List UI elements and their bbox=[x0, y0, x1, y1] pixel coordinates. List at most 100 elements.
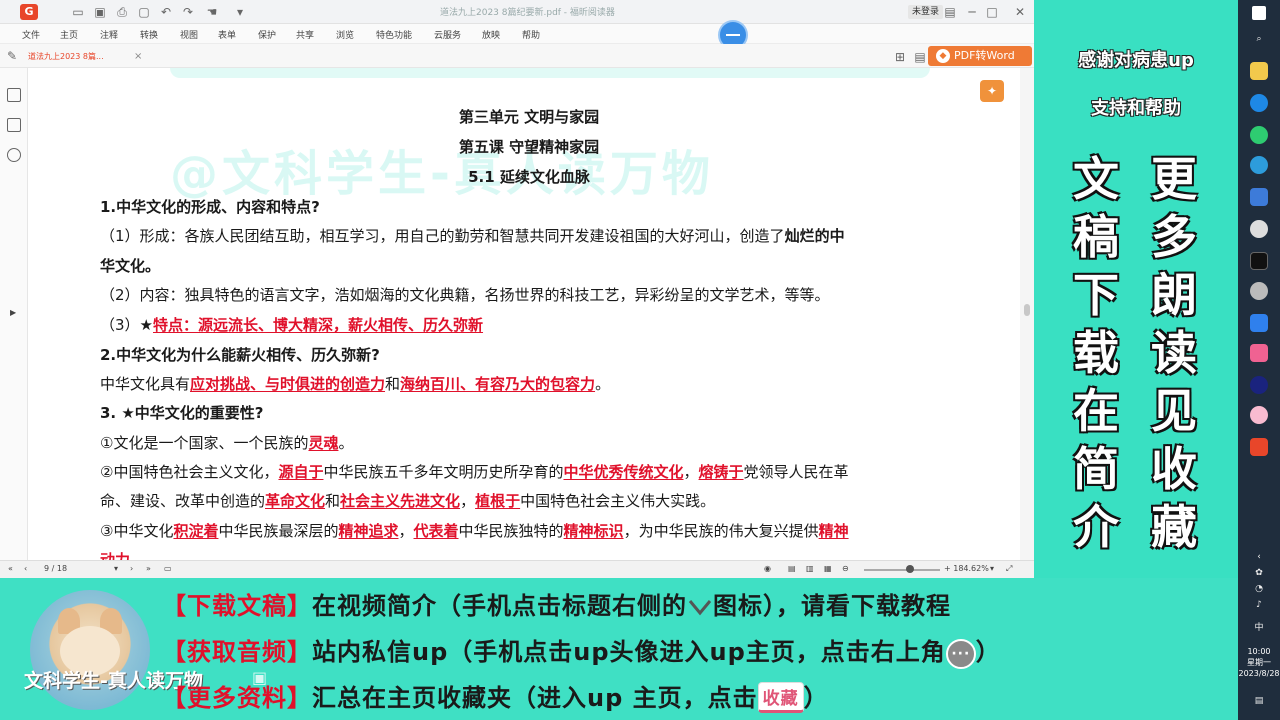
status-bar: « ‹ 9 / 18 ▾ › » ▭ ◉ ▤ ▥ ▦ ⊖ + 184.62% ▾… bbox=[0, 560, 1034, 578]
layout-icon[interactable]: ▤ bbox=[912, 49, 928, 65]
hand-tool-icon[interactable]: ☚ bbox=[204, 4, 220, 20]
menu-features[interactable]: 特色功能 bbox=[376, 28, 412, 41]
menu-file[interactable]: 文件 bbox=[22, 28, 40, 41]
banner-line-download: 【下载文稿】在视频简介（手机点击标题右侧的 图标），请看下载教程 bbox=[162, 592, 951, 620]
banner-line-more: 【更多资料】汇总在主页收藏夹（进入up 主页，点击 收藏） bbox=[162, 682, 829, 713]
tray-flower-icon[interactable]: ✿ bbox=[1246, 568, 1272, 578]
toolbox-icon[interactable] bbox=[1250, 376, 1268, 394]
file-explorer-icon[interactable] bbox=[1250, 62, 1268, 80]
quick-access-dropdown-icon[interactable]: ▾ bbox=[232, 4, 248, 20]
app-logo-icon[interactable]: G bbox=[20, 4, 38, 20]
q1-features: （3）★特点：源远流长、博大精深，薪火相传、历久弥新 bbox=[100, 316, 484, 334]
menu-home[interactable]: 主页 bbox=[60, 28, 78, 41]
notification-icon[interactable]: ▤ bbox=[1246, 696, 1272, 706]
pen-icon[interactable]: ✎ bbox=[4, 48, 20, 64]
tab-close-icon[interactable]: × bbox=[134, 48, 142, 66]
start-icon[interactable] bbox=[1252, 6, 1266, 20]
pdf-to-word-button[interactable]: ◆ PDF转Word bbox=[928, 46, 1032, 66]
zoom-level[interactable]: + 184.62% bbox=[944, 564, 989, 573]
capcut-icon[interactable] bbox=[1250, 252, 1268, 270]
document-tab[interactable]: 道法九上2023 8篇... × bbox=[24, 48, 142, 66]
prev-page-icon[interactable]: ‹ bbox=[24, 564, 27, 573]
bilibili-icon[interactable] bbox=[1250, 344, 1268, 362]
menu-cloud[interactable]: 云服务 bbox=[434, 28, 461, 41]
q1-content: （2）内容：独具特色的语言文字，浩如烟海的文化典籍，名扬世界的科技工艺，异彩纷呈… bbox=[100, 286, 830, 304]
print-icon[interactable]: ⎙ bbox=[114, 4, 130, 20]
app-bird-icon[interactable] bbox=[1250, 156, 1268, 174]
menu-slideshow[interactable]: 放映 bbox=[482, 28, 500, 41]
thumbnail-icon[interactable] bbox=[7, 118, 21, 132]
scrollbar-thumb[interactable] bbox=[1024, 304, 1030, 316]
thanks-line-1: 感谢对病患up bbox=[1078, 50, 1194, 71]
chat-app-icon[interactable] bbox=[1250, 282, 1268, 300]
zoom-out-icon[interactable]: ⊖ bbox=[842, 564, 849, 573]
pdf-to-word-label: PDF转Word bbox=[954, 49, 1015, 62]
close-icon[interactable]: ✕ bbox=[1012, 4, 1028, 20]
app-k-icon[interactable] bbox=[1250, 188, 1268, 206]
vertical-text-right: 更多朗读见收藏 bbox=[1151, 152, 1197, 554]
search-icon[interactable]: ⌕ bbox=[1246, 34, 1272, 44]
q1-formation: （1）形成：各族人民团结互助，相互学习，用自己的勤劳和智慧共同开发建设祖国的大好… bbox=[100, 227, 845, 245]
settings-gear-icon[interactable] bbox=[1250, 220, 1268, 238]
undo-icon[interactable]: ↶ bbox=[158, 4, 174, 20]
tray-expand-icon[interactable]: ‹ bbox=[1246, 552, 1272, 562]
menu-protect[interactable]: 保护 bbox=[258, 28, 276, 41]
lesson-heading: 第五课 守望精神家园 bbox=[458, 138, 600, 156]
page-number-input[interactable]: 9 / 18 bbox=[44, 564, 67, 573]
zoom-slider[interactable] bbox=[864, 569, 940, 571]
window-title: 道法九上2023 8篇纪要新.pdf - 福昕阅读器 bbox=[440, 8, 615, 18]
zoom-dropdown-icon[interactable]: ▾ bbox=[990, 564, 994, 573]
edge-browser-icon[interactable] bbox=[1250, 94, 1268, 112]
menu-comment[interactable]: 注释 bbox=[100, 28, 118, 41]
open-folder-icon[interactable]: ▭ bbox=[70, 4, 86, 20]
wechat-icon[interactable] bbox=[1250, 126, 1268, 144]
two-page-icon[interactable]: ▦ bbox=[824, 564, 832, 573]
continuous-page-icon[interactable]: ▥ bbox=[806, 564, 814, 573]
redo-icon[interactable]: ↷ bbox=[180, 4, 196, 20]
question-3: 3. ★中华文化的重要性? bbox=[100, 404, 264, 422]
menu-bar: 文件 主页 注释 转换 视图 表单 保护 共享 浏览 特色功能 云服务 放映 帮… bbox=[0, 24, 1034, 64]
first-page-icon[interactable]: « bbox=[8, 564, 13, 573]
menu-help[interactable]: 帮助 bbox=[522, 28, 540, 41]
sidebar-expand-icon[interactable]: ▶ bbox=[10, 308, 16, 317]
menu-view[interactable]: 视图 bbox=[180, 28, 198, 41]
favorite-button: 收藏 bbox=[757, 682, 804, 713]
feishu-icon[interactable] bbox=[1250, 314, 1268, 332]
clock-date: 2023/8/28 bbox=[1238, 669, 1280, 678]
grid-view-icon[interactable]: ⊞ bbox=[892, 49, 908, 65]
maximize-icon[interactable]: □ bbox=[984, 4, 1000, 20]
volume-icon[interactable]: ♪ bbox=[1246, 600, 1272, 610]
document-tab-label: 道法九上2023 8篇... bbox=[28, 52, 104, 61]
next-page-icon[interactable]: › bbox=[130, 564, 133, 573]
save-icon[interactable]: ▣ bbox=[92, 4, 108, 20]
network-icon[interactable]: ◔ bbox=[1246, 584, 1272, 594]
avatar-app-icon[interactable] bbox=[1250, 406, 1268, 424]
page-icon[interactable]: ▢ bbox=[136, 4, 152, 20]
vertical-scrollbar[interactable] bbox=[1020, 68, 1034, 560]
single-page-icon[interactable]: ▤ bbox=[788, 564, 796, 573]
login-button[interactable]: 未登录 bbox=[908, 5, 944, 19]
comments-icon[interactable] bbox=[7, 148, 21, 162]
page-dropdown-icon[interactable]: ▾ bbox=[114, 564, 118, 573]
question-1: 1.中华文化的形成、内容和特点? bbox=[100, 198, 320, 216]
minimize-icon[interactable]: ─ bbox=[964, 4, 980, 20]
vertical-text-left: 文稿下载在简介 bbox=[1073, 152, 1119, 554]
lightbulb-icon[interactable]: ✦ bbox=[980, 80, 1004, 102]
menu-browse[interactable]: 浏览 bbox=[336, 28, 354, 41]
menu-form[interactable]: 表单 bbox=[218, 28, 236, 41]
system-clock[interactable]: 10:00 星期一 2023/8/28 bbox=[1238, 646, 1280, 679]
promo-side-panel: 感谢对病患up 支持和帮助 文稿下载在简介 更多朗读见收藏 bbox=[1034, 0, 1238, 580]
fit-page-icon[interactable]: ▭ bbox=[164, 564, 172, 573]
eye-mode-icon[interactable]: ◉ bbox=[764, 564, 771, 573]
last-page-icon[interactable]: » bbox=[146, 564, 151, 573]
zoom-slider-handle[interactable] bbox=[906, 565, 914, 573]
watermark-band bbox=[170, 68, 930, 78]
menu-convert[interactable]: 转换 bbox=[140, 28, 158, 41]
input-method[interactable]: 中 bbox=[1246, 620, 1272, 633]
fullscreen-icon[interactable]: ⤢ bbox=[1006, 564, 1012, 574]
ribbon-toggle-icon[interactable]: ▤ bbox=[942, 4, 958, 20]
unit-heading: 第三单元 文明与家园 bbox=[458, 108, 600, 126]
foxit-reader-icon[interactable] bbox=[1250, 438, 1268, 456]
menu-share[interactable]: 共享 bbox=[296, 28, 314, 41]
bookmark-icon[interactable] bbox=[7, 88, 21, 102]
